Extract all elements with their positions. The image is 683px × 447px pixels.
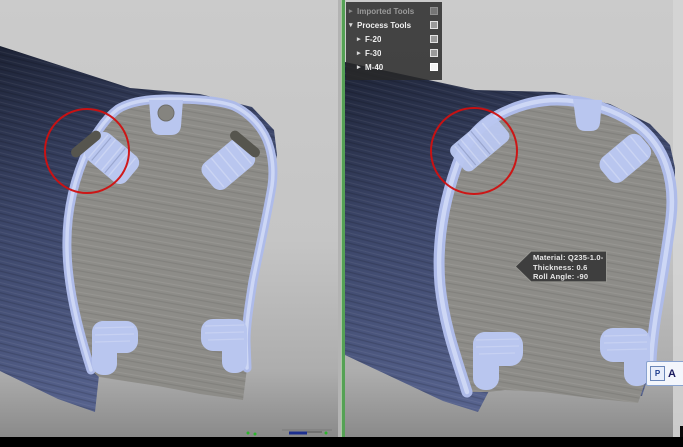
- viewport-splitter[interactable]: [338, 0, 345, 437]
- tree-item-f20[interactable]: ▸ F-20: [346, 32, 442, 46]
- tree-item-label: F-20: [365, 35, 381, 44]
- cad-window: ▸ Imported Tools ▾ Process Tools ▸ F-20 …: [0, 0, 683, 447]
- scene-left: [0, 0, 338, 437]
- expand-arrow-icon[interactable]: ▸: [357, 63, 365, 71]
- viewport-right[interactable]: ▸ Imported Tools ▾ Process Tools ▸ F-20 …: [345, 0, 683, 437]
- p-document-icon: P: [650, 366, 665, 381]
- visibility-checkbox[interactable]: [430, 7, 438, 15]
- expand-arrow-icon[interactable]: ▸: [357, 49, 365, 57]
- tree-item-label: F-30: [365, 49, 381, 58]
- collapse-arrow-icon[interactable]: ▾: [349, 21, 357, 29]
- expand-arrow-icon[interactable]: ▸: [357, 35, 365, 43]
- material-tooltip: Material: Q235-1.0- Thickness: 0.6 Roll …: [515, 249, 607, 284]
- tree-item-label: M-40: [365, 63, 383, 72]
- visibility-checkbox[interactable]: [430, 63, 438, 71]
- tooltip-roll-angle-line: Roll Angle: -90: [533, 272, 604, 282]
- tooltip-thickness-line: Thickness: 0.6: [533, 263, 604, 273]
- expand-arrow-icon[interactable]: ▸: [349, 7, 357, 15]
- partial-toolbar-button[interactable]: P A: [646, 361, 683, 386]
- tree-item-label: Imported Tools: [357, 7, 414, 16]
- tree-item-label: Process Tools: [357, 21, 411, 30]
- visibility-checkbox[interactable]: [430, 21, 438, 29]
- visibility-checkbox[interactable]: [430, 49, 438, 57]
- tool-tree-panel: ▸ Imported Tools ▾ Process Tools ▸ F-20 …: [346, 2, 442, 80]
- top-hole: [158, 105, 174, 121]
- tree-item-process-tools[interactable]: ▾ Process Tools: [346, 18, 442, 32]
- bottom-border-bar: [0, 437, 683, 447]
- cross-section: [67, 99, 273, 400]
- tree-item-f30[interactable]: ▸ F-30: [346, 46, 442, 60]
- visibility-checkbox[interactable]: [430, 35, 438, 43]
- tooltip-material-line: Material: Q235-1.0-: [533, 253, 604, 263]
- tree-item-imported-tools[interactable]: ▸ Imported Tools: [346, 4, 442, 18]
- tree-item-m40[interactable]: ▸ M-40: [346, 60, 442, 74]
- top-channel: [573, 99, 602, 131]
- viewport-left[interactable]: [0, 0, 338, 437]
- button-label: A: [668, 368, 676, 380]
